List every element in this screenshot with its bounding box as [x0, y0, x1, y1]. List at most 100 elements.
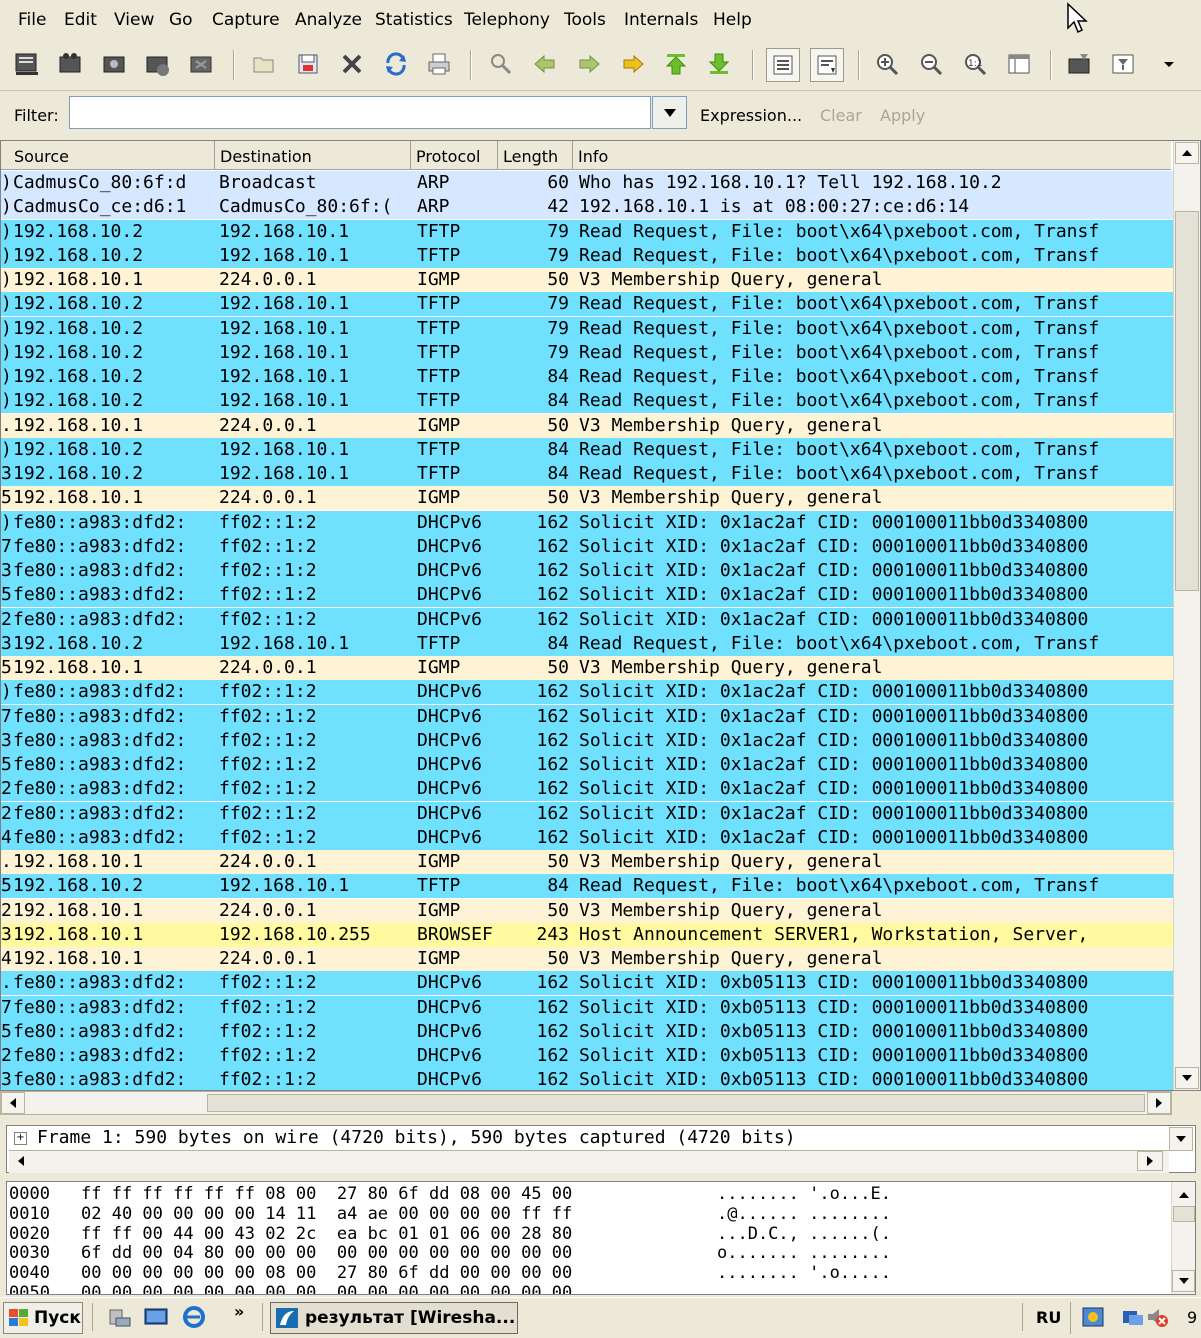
language-indicator[interactable]: RU	[1036, 1308, 1061, 1327]
packet-row[interactable]: 5 192.168.10.1 224.0.0.1 IGMP 50 V3 Membershi…	[1, 656, 1173, 680]
hex-bytes[interactable]: 00 00 00 00 00 00 00 00 00 00 00 00 00 0…	[81, 1283, 572, 1294]
capture-options-icon[interactable]	[54, 48, 86, 80]
go-first-icon[interactable]	[660, 48, 692, 80]
close-file-icon[interactable]	[336, 48, 368, 80]
packet-row[interactable]: 2 fe80::a983:dfd2: ff02::1:2 DHCPv6 162 Solic…	[1, 1044, 1173, 1068]
hex-bytes[interactable]: 6f dd 00 04 80 00 00 00 00 00 00 00 00 0…	[81, 1243, 572, 1263]
scroll-up-button[interactable]	[1175, 142, 1199, 164]
packet-list-horizontal-scrollbar[interactable]	[0, 1091, 1172, 1115]
menu-statistics[interactable]: Statistics	[375, 10, 453, 30]
hex-ascii[interactable]: .@...... ........	[717, 1204, 891, 1224]
packet-row[interactable]: 7 fe80::a983:dfd2: ff02::1:2 DHCPv6 162 Solic…	[1, 995, 1173, 1020]
scroll-thumb[interactable]	[1175, 211, 1199, 591]
packet-row[interactable]: 4 fe80::a983:dfd2: ff02::1:2 DHCPv6 162 Solic…	[1, 825, 1173, 850]
apply-button[interactable]: Apply	[880, 106, 925, 125]
menu-tools[interactable]: Tools	[564, 10, 606, 30]
menu-telephony[interactable]: Telephony	[464, 10, 550, 30]
go-last-icon[interactable]	[703, 48, 735, 80]
packet-row[interactable]: 5 192.168.10.2 192.168.10.1 TFTP 84 Read Requ…	[1, 874, 1173, 899]
network-settings-icon[interactable]	[106, 1304, 134, 1334]
packet-row[interactable]: ) 192.168.10.2 192.168.10.1 TFTP 79 Read Requ…	[1, 340, 1173, 365]
go-forward-icon[interactable]	[573, 48, 605, 80]
menu-view[interactable]: View	[114, 10, 154, 30]
packet-row[interactable]: 2 192.168.10.1 224.0.0.1 IGMP 50 V3 Membershi…	[1, 898, 1173, 923]
hex-offset[interactable]: 0010	[9, 1204, 50, 1224]
show-desktop-icon[interactable]	[142, 1304, 170, 1334]
find-packet-icon[interactable]	[485, 48, 517, 80]
scroll-down-button[interactable]	[1172, 1270, 1195, 1292]
menu-go[interactable]: Go	[169, 10, 193, 30]
hex-bytes[interactable]: 02 40 00 00 00 00 14 11 a4 ae 00 00 00 0…	[81, 1204, 572, 1224]
hex-bytes[interactable]: ff ff 00 44 00 43 02 2c ea bc 01 01 06 0…	[81, 1224, 572, 1244]
hex-offset[interactable]: 0020	[9, 1224, 50, 1244]
packet-row[interactable]: 3 192.168.10.2 192.168.10.1 TFTP 84 Read Requ…	[1, 462, 1173, 486]
zoom-out-icon[interactable]	[915, 48, 947, 80]
packet-row[interactable]: ) 192.168.10.2 192.168.10.1 TFTP 84 Read Requ…	[1, 389, 1173, 414]
scroll-down-button[interactable]	[1175, 1067, 1199, 1089]
interface-list-icon[interactable]	[11, 48, 43, 80]
packet-row[interactable]: 5 192.168.10.1 224.0.0.1 IGMP 50 V3 Membershi…	[1, 486, 1173, 511]
save-file-icon[interactable]	[292, 48, 324, 80]
packet-list-vertical-scrollbar[interactable]	[1173, 141, 1200, 1090]
scroll-right-button[interactable]	[1137, 1151, 1163, 1171]
auto-scroll-icon[interactable]	[810, 48, 844, 82]
packet-row[interactable]: . 192.168.10.1 224.0.0.1 IGMP 50 V3 Membershi…	[1, 850, 1173, 874]
colorize-icon[interactable]	[766, 48, 800, 82]
packet-row[interactable]: ) fe80::a983:dfd2: ff02::1:2 DHCPv6 162 Solic…	[1, 680, 1173, 705]
start-capture-icon[interactable]	[98, 48, 130, 80]
display-filters-icon[interactable]	[1107, 48, 1139, 80]
volume-muted-icon[interactable]	[1145, 1305, 1169, 1333]
packet-row[interactable]: ) 192.168.10.2 192.168.10.1 TFTP 79 Read Requ…	[1, 243, 1173, 268]
scroll-up-button[interactable]	[1172, 1184, 1195, 1206]
hex-offset[interactable]: 0040	[9, 1263, 50, 1283]
resize-columns-icon[interactable]	[1003, 48, 1035, 80]
packet-row[interactable]: 3 fe80::a983:dfd2: ff02::1:2 DHCPv6 162 Solic…	[1, 559, 1173, 583]
hex-bytes[interactable]: ff ff ff ff ff ff 08 00 27 80 6f dd 08 0…	[81, 1184, 572, 1204]
hex-offset[interactable]: 0050	[9, 1283, 50, 1294]
menu-help[interactable]: Help	[713, 10, 752, 30]
internet-explorer-icon[interactable]	[180, 1304, 208, 1334]
scroll-left-button[interactable]	[1, 1092, 25, 1114]
packet-row[interactable]: ) 192.168.10.2 192.168.10.1 TFTP 79 Read Requ…	[1, 292, 1173, 317]
column-header-info[interactable]: Info	[573, 141, 1171, 169]
packet-row[interactable]: 5 fe80::a983:dfd2: ff02::1:2 DHCPv6 162 Solic…	[1, 583, 1173, 608]
hex-vertical-scrollbar[interactable]	[1171, 1182, 1195, 1294]
stop-capture-icon[interactable]	[141, 48, 173, 80]
print-icon[interactable]	[423, 48, 455, 80]
taskbar-wireshark-button[interactable]: результат [Wiresha...	[270, 1302, 518, 1334]
menu-analyze[interactable]: Analyze	[295, 10, 362, 30]
packet-row[interactable]: 4 192.168.10.1 224.0.0.1 IGMP 50 V3 Membershi…	[1, 947, 1173, 971]
packet-row[interactable]: ) 192.168.10.2 192.168.10.1 TFTP 84 Read Requ…	[1, 437, 1173, 462]
detail-frame-line[interactable]: Frame 1: 590 bytes on wire (4720 bits), …	[37, 1127, 796, 1148]
column-header-protocol[interactable]: Protocol	[411, 141, 498, 169]
packet-row[interactable]: ) CadmusCo_ce:d6:1 CadmusCo_80:6f:(ARP 42 19…	[1, 195, 1173, 220]
packet-row[interactable]: 7 fe80::a983:dfd2: ff02::1:2 DHCPv6 162 Solic…	[1, 534, 1173, 559]
go-back-icon[interactable]	[529, 48, 561, 80]
details-scroll-down-button[interactable]	[1169, 1127, 1193, 1151]
hex-ascii[interactable]: o....... ........	[717, 1243, 891, 1263]
hex-ascii[interactable]: ........ '.o...E.	[717, 1184, 891, 1204]
packet-row[interactable]: . 192.168.10.1 224.0.0.1 IGMP 50 V3 Membershi…	[1, 413, 1173, 438]
column-header-source[interactable]: Source	[9, 141, 215, 169]
packet-row[interactable]: 2 fe80::a983:dfd2: ff02::1:2 DHCPv6 162 Solic…	[1, 801, 1173, 826]
filter-input[interactable]	[69, 96, 651, 129]
packet-row[interactable]: . fe80::a983:dfd2: ff02::1:2 DHCPv6 162 Solic…	[1, 971, 1173, 996]
menu-file[interactable]: File	[18, 10, 46, 30]
zoom-normal-icon[interactable]: 1:1	[959, 48, 991, 80]
hex-bytes[interactable]: 00 00 00 00 00 00 08 00 27 80 6f dd 00 0…	[81, 1263, 572, 1283]
packet-row[interactable]: 5 fe80::a983:dfd2: ff02::1:2 DHCPv6 162 Solic…	[1, 753, 1173, 777]
clear-button[interactable]: Clear	[820, 106, 862, 125]
packet-row[interactable]: ) 192.168.10.2 192.168.10.1 TFTP 79 Read Requ…	[1, 219, 1173, 244]
expression-button[interactable]: Expression...	[700, 106, 802, 125]
menu-internals[interactable]: Internals	[624, 10, 698, 30]
quicklaunch-more-icon[interactable]: »	[234, 1302, 244, 1321]
hex-offset[interactable]: 0030	[9, 1243, 50, 1263]
expand-icon[interactable]: +	[14, 1132, 27, 1145]
menu-capture[interactable]: Capture	[212, 10, 280, 30]
packet-row[interactable]: ) 192.168.10.2 192.168.10.1 TFTP 84 Read Requ…	[1, 365, 1173, 389]
details-horizontal-scrollbar[interactable]	[9, 1150, 1169, 1173]
scroll-thumb[interactable]	[207, 1094, 1145, 1112]
packet-row[interactable]: 3 192.168.10.2 192.168.10.1 TFTP 84 Read Requ…	[1, 631, 1173, 656]
more-icon[interactable]	[1153, 48, 1185, 80]
restart-capture-icon[interactable]	[185, 48, 217, 80]
